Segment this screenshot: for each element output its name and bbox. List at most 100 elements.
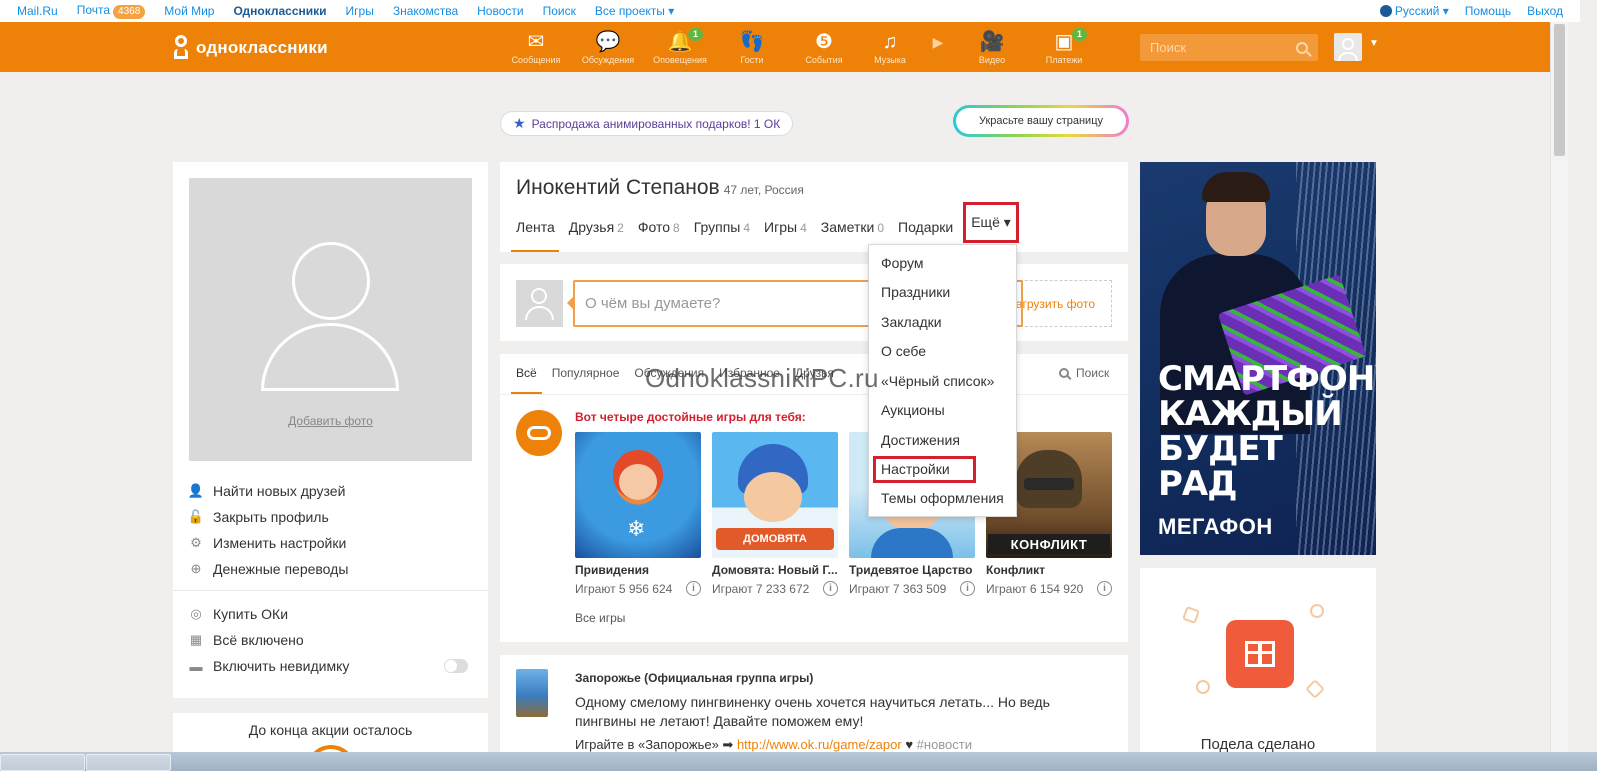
info-icon[interactable]: i (1097, 581, 1112, 596)
game-logo-label: КОНФЛИКТ (988, 534, 1110, 554)
menu-item-settings[interactable]: Настройки (873, 455, 976, 483)
money-transfers-link[interactable]: ⊕ Денежные переводы (189, 556, 472, 582)
invisible-toggle[interactable] (444, 659, 468, 673)
group-avatar[interactable] (516, 669, 548, 717)
page-scrollbar[interactable] (1550, 22, 1568, 752)
site-logo[interactable]: одноклассники (172, 35, 328, 61)
tab-photos[interactable]: Фото 8 (638, 219, 680, 249)
taskbar-button[interactable] (0, 754, 85, 771)
play-icon: ▶ (932, 34, 944, 50)
chevron-down-icon[interactable]: ▼ (1369, 38, 1379, 49)
tab-groups[interactable]: Группы 4 (694, 219, 750, 249)
feed-tab-friends[interactable]: Друзья (795, 366, 834, 394)
gift-ad-caption: Подела сделано (1200, 736, 1316, 753)
ad-brand: МЕГАФОН (1158, 514, 1273, 539)
change-settings-link[interactable]: ⚙ Изменить настройки (189, 530, 472, 556)
link-mail[interactable]: Почта 4368 (77, 3, 146, 19)
link-dating[interactable]: Знакомства (393, 4, 458, 18)
person-icon: 👤 (187, 483, 205, 498)
link-all-projects[interactable]: Все проекты ▾ (595, 4, 674, 18)
link-odnoklassniki[interactable]: Одноклассники (233, 4, 326, 18)
tab-friends[interactable]: Друзья 2 (569, 219, 624, 249)
all-inclusive-link[interactable]: ▦ Всё включено (189, 627, 472, 653)
add-photo-link[interactable]: Добавить фото (189, 414, 472, 428)
menu-item-holidays[interactable]: Праздники (869, 278, 1016, 308)
nav-play[interactable]: ▶ (920, 22, 956, 72)
feed-search-button[interactable]: Поиск (1059, 366, 1109, 380)
gift-icon: ▦ (189, 632, 203, 647)
mail-count-badge: 4368 (113, 5, 146, 19)
more-tabs-button[interactable]: Ещё ▾ (963, 202, 1019, 243)
feed-tab-popular[interactable]: Популярное (552, 366, 620, 394)
money-icon: ⊕ (190, 561, 202, 576)
megafon-ad-banner[interactable]: СМАРТФОНУ КАЖДЫЙ БУДЕТ РАД МЕГАФОН (1140, 162, 1376, 555)
taskbar-button[interactable] (86, 754, 171, 771)
hashtag-link[interactable]: #новости (917, 737, 972, 752)
game-card[interactable]: ❄ Привидения Играют 5 956 624 i (575, 432, 701, 596)
link-mailru[interactable]: Mail.Ru (17, 4, 58, 18)
game-thumbnail[interactable]: ДОМОВЯТА (712, 432, 838, 558)
nav-music[interactable]: ♫ Музыка (860, 22, 920, 72)
composer-avatar (516, 280, 563, 327)
group-post-text: Одному смелому пингвиненку очень хочется… (575, 694, 1050, 729)
game-logo-label: ДОМОВЯТА (716, 528, 834, 550)
feed-card: Всё Популярное Обсуждения Избранное Друз… (500, 354, 1128, 642)
os-taskbar (0, 752, 1597, 771)
user-avatar[interactable] (1334, 33, 1362, 61)
group-post-links: Играйте в «Запорожье» ➡ http://www.ok.ru… (575, 737, 973, 752)
menu-item-themes[interactable]: Темы оформления (869, 484, 1016, 514)
info-icon[interactable]: i (686, 581, 701, 596)
menu-item-achievements[interactable]: Достижения (869, 425, 1016, 455)
search-icon[interactable] (1296, 41, 1308, 54)
decorate-page-button[interactable]: Украсьте вашу страницу (953, 105, 1129, 137)
game-link[interactable]: http://www.ok.ru/game/zapor (737, 737, 902, 752)
link-games[interactable]: Игры (346, 4, 374, 18)
logout-link[interactable]: Выход (1527, 4, 1563, 18)
portal-links: Mail.Ru Почта 4368 Мой Мир Одноклассники … (17, 3, 693, 19)
group-title[interactable]: Запорожье (Официальная группа игры) (575, 671, 813, 685)
profile-meta: 47 лет, Россия (723, 183, 804, 197)
gift-sale-banner[interactable]: ★ Распродажа анимированных подарков! 1 ОК (500, 111, 794, 136)
nav-events[interactable]: ❺ События (788, 22, 860, 72)
game-thumbnail[interactable]: ❄ (575, 432, 701, 558)
gift-ad-card[interactable]: Подела сделано (1140, 568, 1376, 771)
info-icon[interactable]: i (823, 581, 838, 596)
buy-oki-link[interactable]: ◎ Купить ОКи (189, 601, 472, 627)
tab-feed[interactable]: Лента (511, 219, 559, 252)
nav-guests[interactable]: 👣 Гости (716, 22, 788, 72)
nav-messages[interactable]: ✉ Сообщения (500, 22, 572, 72)
feed-tab-all[interactable]: Всё (511, 366, 542, 394)
nav-discussions[interactable]: 💬 Обсуждения (572, 22, 644, 72)
profile-name: Инокентий Степанов 47 лет, Россия (516, 176, 804, 199)
menu-item-blacklist[interactable]: «Чёрный список» (869, 366, 1016, 396)
help-link[interactable]: Помощь (1465, 4, 1511, 18)
nav-video[interactable]: 🎥 Видео (956, 22, 1028, 72)
link-search[interactable]: Поиск (543, 4, 576, 18)
menu-item-bookmarks[interactable]: Закладки (869, 307, 1016, 337)
all-games-link[interactable]: Все игры (575, 611, 625, 625)
game-card[interactable]: ДОМОВЯТА Домовята: Новый Г... Играют 7 2… (712, 432, 838, 596)
menu-item-auctions[interactable]: Аукционы (869, 396, 1016, 426)
language-select[interactable]: Русский ▾ (1379, 4, 1449, 18)
profile-photo-placeholder[interactable]: Добавить фото (189, 178, 472, 461)
payments-badge: 1 (1072, 28, 1088, 41)
globe-icon (1379, 5, 1392, 17)
link-news[interactable]: Новости (477, 4, 523, 18)
nav-payments[interactable]: ▣ Платежи 1 (1028, 22, 1100, 72)
info-icon[interactable]: i (960, 581, 975, 596)
close-profile-link[interactable]: 🔓 Закрыть профиль (188, 504, 472, 530)
search-input[interactable] (1150, 40, 1290, 55)
nav-notifications[interactable]: 🔔 Оповещения 1 (644, 22, 716, 72)
feed-tab-discussions[interactable]: Обсуждения (634, 366, 704, 394)
star-icon: ★ (513, 115, 526, 131)
upload-photo-button[interactable]: агрузить фото (1010, 280, 1112, 327)
menu-item-forum[interactable]: Форум (869, 248, 1016, 278)
feed-tab-favorites[interactable]: Избранное (719, 366, 780, 394)
tab-games[interactable]: Игры 4 (764, 219, 807, 249)
heart-icon: ♥ (905, 737, 914, 752)
link-moymir[interactable]: Мой Мир (164, 4, 214, 18)
gift-icon (1226, 620, 1294, 688)
menu-item-about[interactable]: О себе (869, 337, 1016, 367)
invisible-mode-row[interactable]: ▬ Включить невидимку (189, 653, 472, 679)
find-friends-link[interactable]: 👤 Найти новых друзей (187, 478, 472, 504)
